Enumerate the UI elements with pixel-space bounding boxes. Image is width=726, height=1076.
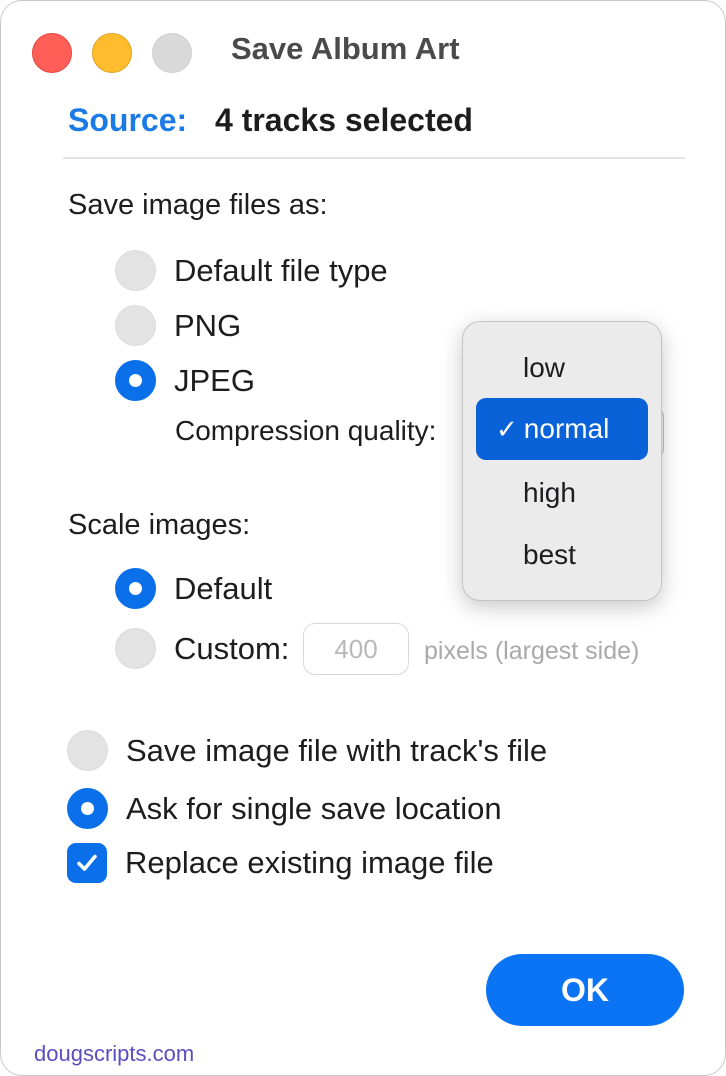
source-value: 4 tracks selected xyxy=(215,102,473,138)
replace-existing-checkbox-row[interactable]: Replace existing image file xyxy=(67,843,494,883)
radio-circle[interactable] xyxy=(115,250,156,291)
radio-label: Ask for single save location xyxy=(126,790,502,826)
checkbox-checked[interactable] xyxy=(67,843,107,883)
footer-credit: dougscripts.com xyxy=(34,1041,195,1066)
menu-item-low[interactable]: low xyxy=(523,352,565,384)
radio-label: Save image file with track's file xyxy=(126,732,548,768)
source-label: Source: xyxy=(68,102,188,138)
close-button[interactable] xyxy=(32,33,72,73)
radio-default-file-type[interactable]: Default file type xyxy=(115,250,388,291)
save-as-heading: Save image files as: xyxy=(68,189,328,221)
radio-circle-selected[interactable] xyxy=(115,360,156,401)
minimize-button[interactable] xyxy=(92,33,132,73)
radio-circle[interactable] xyxy=(115,305,156,346)
pixels-input[interactable]: 400 xyxy=(303,623,409,675)
radio-circle[interactable] xyxy=(67,730,108,771)
radio-scale-custom[interactable]: Custom: xyxy=(115,628,289,669)
radio-label: PNG xyxy=(174,307,242,343)
radio-png[interactable]: PNG xyxy=(115,305,241,346)
menu-item-normal[interactable]: ✓ normal xyxy=(476,398,648,460)
save-album-art-window: Save Album Art Source: 4 tracks selected… xyxy=(0,0,726,1076)
radio-label: Default xyxy=(174,570,273,606)
radio-circle-selected[interactable] xyxy=(67,788,108,829)
radio-single-location[interactable]: Ask for single save location xyxy=(67,788,502,829)
checkbox-label: Replace existing image file xyxy=(125,845,494,880)
menu-item-label: normal xyxy=(523,413,610,444)
radio-scale-default[interactable]: Default xyxy=(115,568,272,609)
radio-label: Custom: xyxy=(174,630,290,666)
radio-circle-selected[interactable] xyxy=(115,568,156,609)
quality-dropdown-menu: low ✓ normal high best xyxy=(462,321,662,601)
ok-button[interactable]: OK xyxy=(486,954,684,1026)
radio-save-with-track[interactable]: Save image file with track's file xyxy=(67,730,547,771)
zoom-button[interactable] xyxy=(152,33,192,73)
checkmark-icon xyxy=(77,854,97,871)
radio-label: JPEG xyxy=(174,362,255,398)
radio-label: Default file type xyxy=(174,252,388,288)
checkmark-icon: ✓ xyxy=(496,413,518,444)
divider xyxy=(63,157,685,159)
radio-circle[interactable] xyxy=(115,628,156,669)
compression-quality-label: Compression quality: xyxy=(175,415,437,446)
menu-item-high[interactable]: high xyxy=(523,477,576,509)
menu-item-best[interactable]: best xyxy=(523,539,576,571)
pixels-caption: pixels (largest side) xyxy=(424,637,640,665)
window-title: Save Album Art xyxy=(231,31,460,66)
scale-heading: Scale images: xyxy=(68,509,251,541)
radio-jpeg[interactable]: JPEG xyxy=(115,360,255,401)
